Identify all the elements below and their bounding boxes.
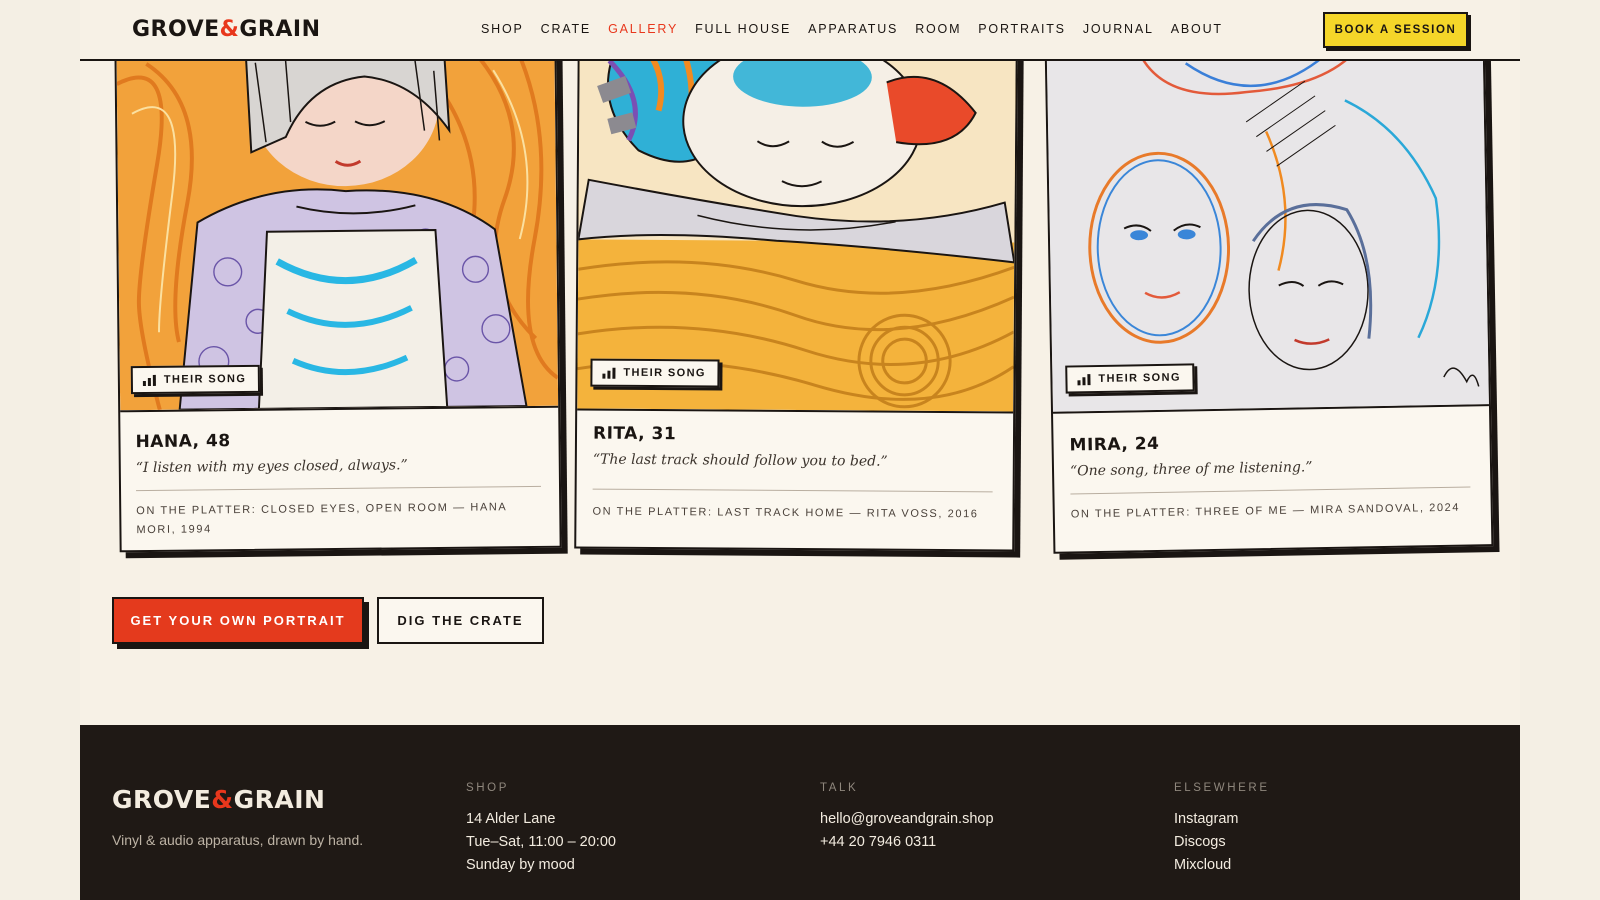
their-song-button-mira[interactable]: THEIR SONG [1065, 363, 1196, 394]
footer-logo-grain: GRAIN [233, 785, 326, 814]
card-name-rita: RITA, 31 [592, 423, 677, 445]
nav-crate[interactable]: CRATE [541, 22, 591, 36]
card-platter-rita: ON THE PLATTER: LAST TRACK HOME — RITA V… [592, 505, 979, 521]
audio-bars-icon [1077, 373, 1091, 385]
instagram-link[interactable]: Instagram [1174, 808, 1270, 831]
logo-grove: GROVE [132, 17, 220, 42]
portrait-card-rita[interactable]: THEIR SONG RITA, 31 “The last track shou… [574, 38, 1018, 552]
phone-link[interactable]: +44 20 7946 0311 [820, 831, 994, 854]
card-platter-mira: ON THE PLATTER: THREE OF ME — MIRA SANDO… [1070, 501, 1461, 521]
their-song-button-rita[interactable]: THEIR SONG [590, 358, 721, 388]
card-divider [136, 485, 542, 492]
book-session-button[interactable]: BOOK A SESSION [1323, 12, 1468, 48]
nav-shop[interactable]: SHOP [481, 22, 524, 36]
footer-heading-talk: TALK [820, 782, 859, 794]
their-song-label: THEIR SONG [623, 366, 706, 380]
site-logo[interactable]: GROVE&GRAIN [132, 17, 320, 42]
footer-heading-elsewhere: ELSEWHERE [1174, 782, 1270, 794]
footer-heading-shop: SHOP [466, 782, 509, 794]
nav-full-house[interactable]: FULL HOUSE [695, 22, 791, 36]
main-nav: SHOP CRATE GALLERY FULL HOUSE APPARATUS … [481, 22, 1223, 36]
portrait-card-hana[interactable]: THEIR SONG HANA, 48 “I listen with my ey… [114, 37, 562, 553]
card-name-mira: MIRA, 24 [1069, 433, 1160, 456]
their-song-button-hana[interactable]: THEIR SONG [130, 364, 261, 395]
shop-address: 14 Alder Lane [466, 811, 556, 827]
footer-logo-grove: GROVE [112, 785, 212, 814]
their-song-label: THEIR SONG [1098, 371, 1181, 385]
footer-logo-ampersand: & [211, 785, 234, 814]
portrait-card-mira[interactable]: THEIR SONG MIRA, 24 “One song, three of … [1044, 36, 1494, 554]
nav-gallery[interactable]: GALLERY [608, 22, 678, 36]
site-footer: GROVE&GRAIN Vinyl & audio apparatus, dra… [80, 725, 1520, 900]
logo-ampersand: & [219, 17, 240, 42]
audio-bars-icon [142, 374, 156, 386]
get-portrait-button[interactable]: GET YOUR OWN PORTRAIT [112, 597, 364, 644]
portrait-illustration-rita [577, 40, 1016, 414]
discogs-link[interactable]: Discogs [1174, 831, 1270, 854]
card-name-hana: HANA, 48 [135, 431, 231, 453]
nav-about[interactable]: ABOUT [1171, 22, 1223, 36]
card-quote-hana: “I listen with my eyes closed, always.” [135, 457, 408, 477]
shop-sunday: Sunday by mood [466, 857, 575, 873]
audio-bars-icon [602, 367, 616, 379]
shop-hours: Tue–Sat, 11:00 – 20:00 [466, 834, 616, 850]
site-header: GROVE&GRAIN SHOP CRATE GALLERY FULL HOUS… [80, 0, 1520, 61]
mixcloud-link[interactable]: Mixcloud [1174, 854, 1270, 877]
portrait-illustration-mira [1046, 38, 1489, 414]
logo-grain: GRAIN [239, 17, 321, 42]
card-quote-mira: “One song, three of me listening.” [1069, 459, 1313, 480]
footer-tagline: Vinyl & audio apparatus, drawn by hand. [112, 832, 364, 848]
portrait-illustration-hana [116, 39, 559, 413]
card-divider [592, 488, 993, 493]
footer-col-elsewhere: ELSEWHERE Instagram Discogs Mixcloud [1174, 782, 1270, 877]
nav-portraits[interactable]: PORTRAITS [978, 22, 1066, 36]
email-link[interactable]: hello@groveandgrain.shop [820, 808, 994, 831]
footer-col-talk: TALK hello@groveandgrain.shop +44 20 794… [820, 782, 994, 854]
card-platter-hana: ON THE PLATTER: CLOSED EYES, OPEN ROOM —… [136, 501, 507, 536]
dig-crate-button[interactable]: DIG THE CRATE [377, 597, 544, 644]
nav-room[interactable]: ROOM [915, 22, 961, 36]
footer-logo[interactable]: GROVE&GRAIN [112, 785, 325, 814]
footer-col-shop: SHOP 14 Alder Lane Tue–Sat, 11:00 – 20:0… [466, 782, 616, 877]
nav-journal[interactable]: JOURNAL [1083, 22, 1154, 36]
card-quote-rita: “The last track should follow you to bed… [592, 451, 888, 470]
nav-apparatus[interactable]: APPARATUS [808, 22, 898, 36]
card-divider [1070, 486, 1471, 495]
their-song-label: THEIR SONG [163, 372, 247, 386]
